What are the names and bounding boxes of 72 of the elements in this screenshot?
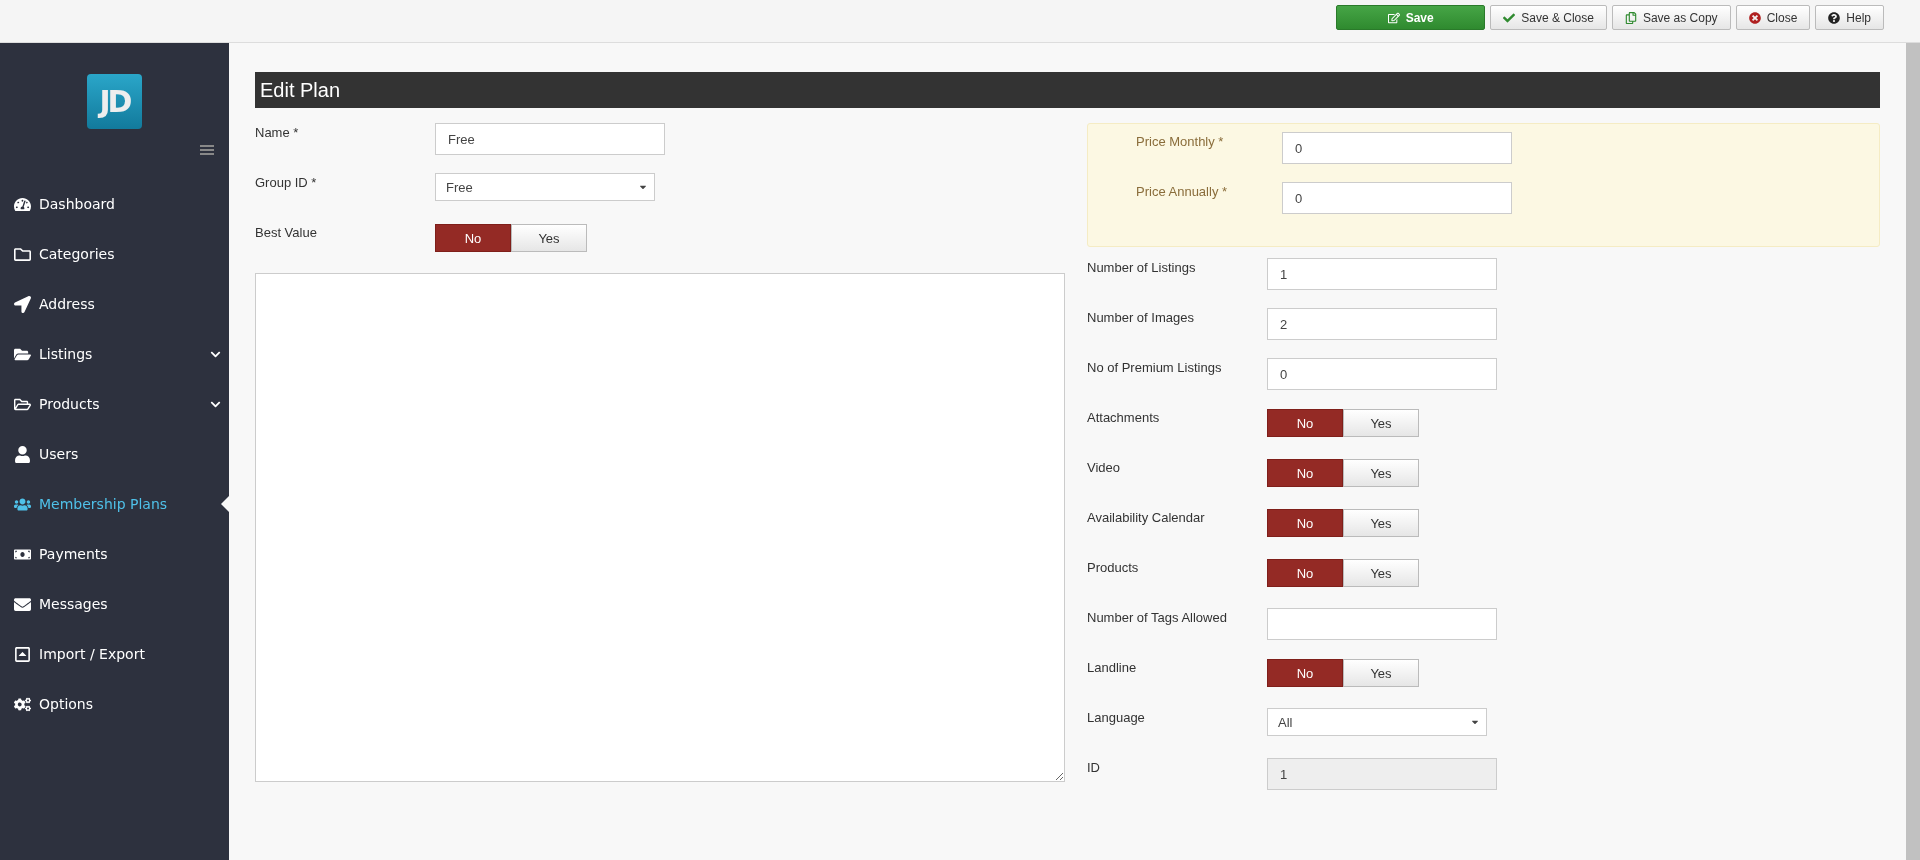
toggle-option[interactable]: Yes bbox=[1343, 409, 1419, 437]
toggle-option[interactable]: No bbox=[1267, 559, 1343, 587]
field-label: Name * bbox=[255, 124, 300, 140]
toggle-option[interactable]: No bbox=[435, 224, 511, 252]
field-label: Language bbox=[1087, 709, 1146, 725]
nav-item[interactable]: Options bbox=[0, 679, 229, 729]
field-label: Landline bbox=[1087, 659, 1138, 675]
toggle-option[interactable]: No bbox=[1267, 509, 1343, 537]
nav-icon bbox=[14, 645, 31, 663]
text-field[interactable]: 0 bbox=[1267, 358, 1497, 390]
check-icon bbox=[1503, 11, 1516, 24]
copy-icon bbox=[1624, 11, 1637, 24]
nav-icon bbox=[14, 445, 31, 463]
select-field[interactable]: All bbox=[1267, 708, 1487, 736]
text-field[interactable]: 1 bbox=[1267, 258, 1497, 290]
toggle-option[interactable]: Yes bbox=[1343, 659, 1419, 687]
toggle-option[interactable]: Yes bbox=[1343, 459, 1419, 487]
nav-icon bbox=[14, 195, 31, 213]
toggle-option[interactable]: Yes bbox=[511, 224, 587, 252]
field-label: Number of Listings bbox=[1087, 259, 1197, 275]
nav-item[interactable]: Products bbox=[0, 379, 229, 429]
nav-item[interactable]: Payments bbox=[0, 529, 229, 579]
nav-icon bbox=[14, 245, 31, 263]
text-field[interactable]: 2 bbox=[1267, 308, 1497, 340]
field-label: Number of Images bbox=[1087, 309, 1195, 325]
text-field[interactable]: 0 bbox=[1282, 182, 1512, 214]
toolbar-button[interactable]: Save bbox=[1336, 5, 1486, 30]
toolbar-button[interactable]: Close bbox=[1735, 5, 1811, 30]
nav-item[interactable]: Address bbox=[0, 279, 229, 329]
toggle-option[interactable]: No bbox=[1267, 459, 1343, 487]
field-label: Video bbox=[1087, 459, 1121, 475]
toolbar-button[interactable]: Save as Copy bbox=[1611, 5, 1731, 30]
toolbar-button[interactable]: Help bbox=[1815, 5, 1884, 30]
nav-item[interactable]: Membership Plans bbox=[0, 479, 229, 529]
field-label: Products bbox=[1087, 559, 1140, 575]
menu-icon[interactable] bbox=[200, 145, 214, 155]
nav-item[interactable]: Users bbox=[0, 429, 229, 479]
nav-item[interactable]: Categories bbox=[0, 229, 229, 279]
close-icon bbox=[1748, 11, 1761, 24]
field-label: Number of Tags Allowed bbox=[1087, 609, 1228, 625]
page-title: Edit Plan bbox=[255, 72, 1880, 108]
edit-icon bbox=[1387, 11, 1400, 24]
nav-icon bbox=[14, 695, 31, 713]
help-icon bbox=[1828, 11, 1841, 24]
toggle-option[interactable]: No bbox=[1267, 659, 1343, 687]
text-field[interactable]: Free bbox=[435, 123, 665, 155]
readonly-field[interactable]: 1 bbox=[1267, 758, 1497, 790]
active-pointer bbox=[221, 496, 229, 512]
field-label: Price Annually * bbox=[1136, 183, 1229, 199]
field-label: Availability Calendar bbox=[1087, 509, 1206, 525]
editor-area[interactable] bbox=[255, 273, 1065, 782]
toggle-option[interactable]: Yes bbox=[1343, 509, 1419, 537]
text-field[interactable]: 0 bbox=[1282, 132, 1512, 164]
toggle-option[interactable]: No bbox=[1267, 409, 1343, 437]
field-label: Price Monthly * bbox=[1136, 133, 1225, 149]
field-label: Best Value bbox=[255, 224, 318, 240]
logo: JD bbox=[87, 74, 142, 129]
field-label: No of Premium Listings bbox=[1087, 359, 1223, 375]
field-label: Group ID * bbox=[255, 174, 318, 190]
nav-item[interactable]: Import / Export bbox=[0, 629, 229, 679]
field-label: Attachments bbox=[1087, 409, 1161, 425]
scrollbar[interactable] bbox=[1906, 43, 1920, 860]
nav-icon bbox=[14, 595, 31, 613]
nav-item[interactable]: Listings bbox=[0, 329, 229, 379]
field-label: ID bbox=[1087, 759, 1101, 775]
toolbar-button[interactable]: Save & Close bbox=[1490, 5, 1607, 30]
nav-item[interactable]: Messages bbox=[0, 579, 229, 629]
nav-icon bbox=[14, 295, 31, 313]
select-field[interactable]: Free bbox=[435, 173, 655, 201]
toggle-option[interactable]: Yes bbox=[1343, 559, 1419, 587]
text-field[interactable] bbox=[1267, 608, 1497, 640]
nav-item[interactable]: Dashboard bbox=[0, 179, 229, 229]
